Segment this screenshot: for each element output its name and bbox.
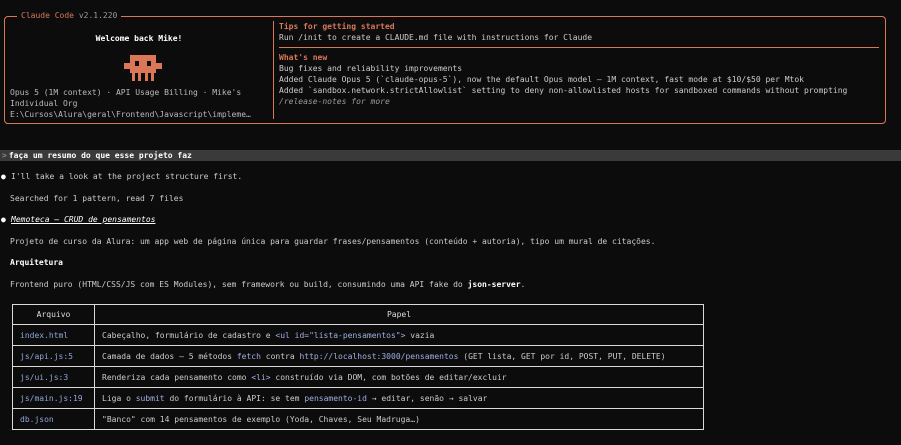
column-header-arquivo: Arquivo [12,304,95,325]
inline-code: fetch [236,351,261,361]
prompt-text: faça um resumo do que esse projeto faz [8,151,192,160]
inline-code: <li> [251,372,271,382]
file-cell: js/main.js:19 [12,387,95,409]
table-row: db.json "Banco" com 14 pensamentos de exe… [12,408,704,430]
role-text: → editar, senão → salvar [366,393,488,403]
role-text: Cabeçalho, formulário de cadastro e [102,330,276,340]
tool-summary[interactable]: Searched for 1 pattern, read 7 files [0,193,183,204]
section-divider [279,47,879,48]
table-header-row: Arquivo Papel [12,304,704,325]
role-text: vazia [405,330,435,340]
tips-text: Run /init to create a CLAUDE.md file wit… [279,33,593,42]
file-cell: db.json [12,408,95,430]
role-text: Camada de dados — 5 métodos [102,351,237,361]
role-cell: "Banco" com 14 pensamentos de exemplo (Y… [94,408,704,430]
files-table: Arquivo Papel index.html Cabeçalho, formu… [12,304,704,430]
role-text: (GET lista, GET por id, POST, PUT, DELET… [458,351,666,361]
assistant-message: ● I'll take a look at the project structu… [0,171,242,182]
file-cell: js/api.js:5 [12,345,95,367]
prompt-chevron-icon: > [2,151,7,160]
inline-code: <ul id="lista-pensamentos"> [275,330,406,340]
whats-new-title: What's new [279,53,328,62]
role-text: contra [260,351,300,361]
role-cell: Cabeçalho, formulário de cadastro e <ul … [94,324,704,346]
inline-code: pensamento-id [304,393,367,403]
welcome-column: Welcome back Mike! Opus 5 (1M context) ·… [10,17,268,123]
assistant-text: I'll take a look at the project structur… [11,172,243,181]
file-cell: js/ui.js:3 [12,366,95,388]
user-prompt: > faça um resumo do que esse projeto faz [0,150,901,161]
whats-new-item: Added Claude Opus 5 (`claude-opus-5`), n… [279,75,804,84]
account-info: Opus 5 (1M context) · API Usage Billing … [10,87,268,120]
role-text: construído via DOM, com botões de editar… [270,372,507,382]
role-text: Renderiza cada pensamento como [102,372,252,382]
column-header-papel: Papel [94,304,704,325]
panel-divider [273,21,274,119]
table-row: js/main.js:19 Liga o submit do formulário… [12,387,704,409]
architecture-text: Frontend puro (HTML/CSS/JS com ES Module… [0,279,525,290]
welcome-panel: Claude Code v2.1.220 Welcome back Mike! … [4,10,886,124]
bullet-icon: ● [1,215,6,224]
architecture-heading: Arquitetura [10,258,63,267]
claude-mascot-icon [124,55,162,81]
role-cell: Liga o submit do formulário à API: se te… [94,387,704,409]
inline-code: http://localhost:3000/pensamentos [299,351,459,361]
architecture-text-part: Frontend puro (HTML/CSS/JS com ES Module… [10,280,468,289]
role-text: "Banco" com 14 pensamentos de exemplo (Y… [102,414,420,424]
tips-title: Tips for getting started [279,22,395,31]
assistant-message: ● Memoteca — CRUD de pensamentos [0,214,156,225]
bullet-icon: ● [1,172,6,181]
table-row: js/ui.js:3 Renderiza cada pensamento como… [12,366,704,388]
table-row: js/api.js:5 Camada de dados — 5 métodos f… [12,345,704,367]
role-text: Liga o [102,393,136,403]
file-cell: index.html [12,324,95,346]
table-row: index.html Cabeçalho, formulário de cadas… [12,324,704,346]
working-directory: E:\Cursos\Alura\geral\Frontend\Javascrip… [10,110,251,119]
info-column: Tips for getting started Run /init to cr… [279,21,879,107]
role-cell: Camada de dados — 5 métodos fetch contra… [94,345,704,367]
model-info: Opus 5 (1M context) · API Usage Billing … [10,88,242,108]
whats-new-item: Bug fixes and reliability improvements [279,64,463,73]
whats-new-item: Added `sandbox.network.strictAllowlist` … [279,86,848,95]
project-description: Projeto de curso da Alura: um app web de… [10,237,656,246]
role-cell: Renderiza cada pensamento como <li> cons… [94,366,704,388]
architecture-text-end: . [520,280,526,289]
inline-code: submit [135,393,165,403]
welcome-message: Welcome back Mike! [95,34,183,43]
project-title: Memoteca — CRUD de pensamentos [11,215,156,224]
json-server-name: json-server [467,280,521,289]
release-notes-link[interactable]: /release-notes for more [279,96,879,107]
role-text: do formulário à API: se tem [164,393,305,403]
